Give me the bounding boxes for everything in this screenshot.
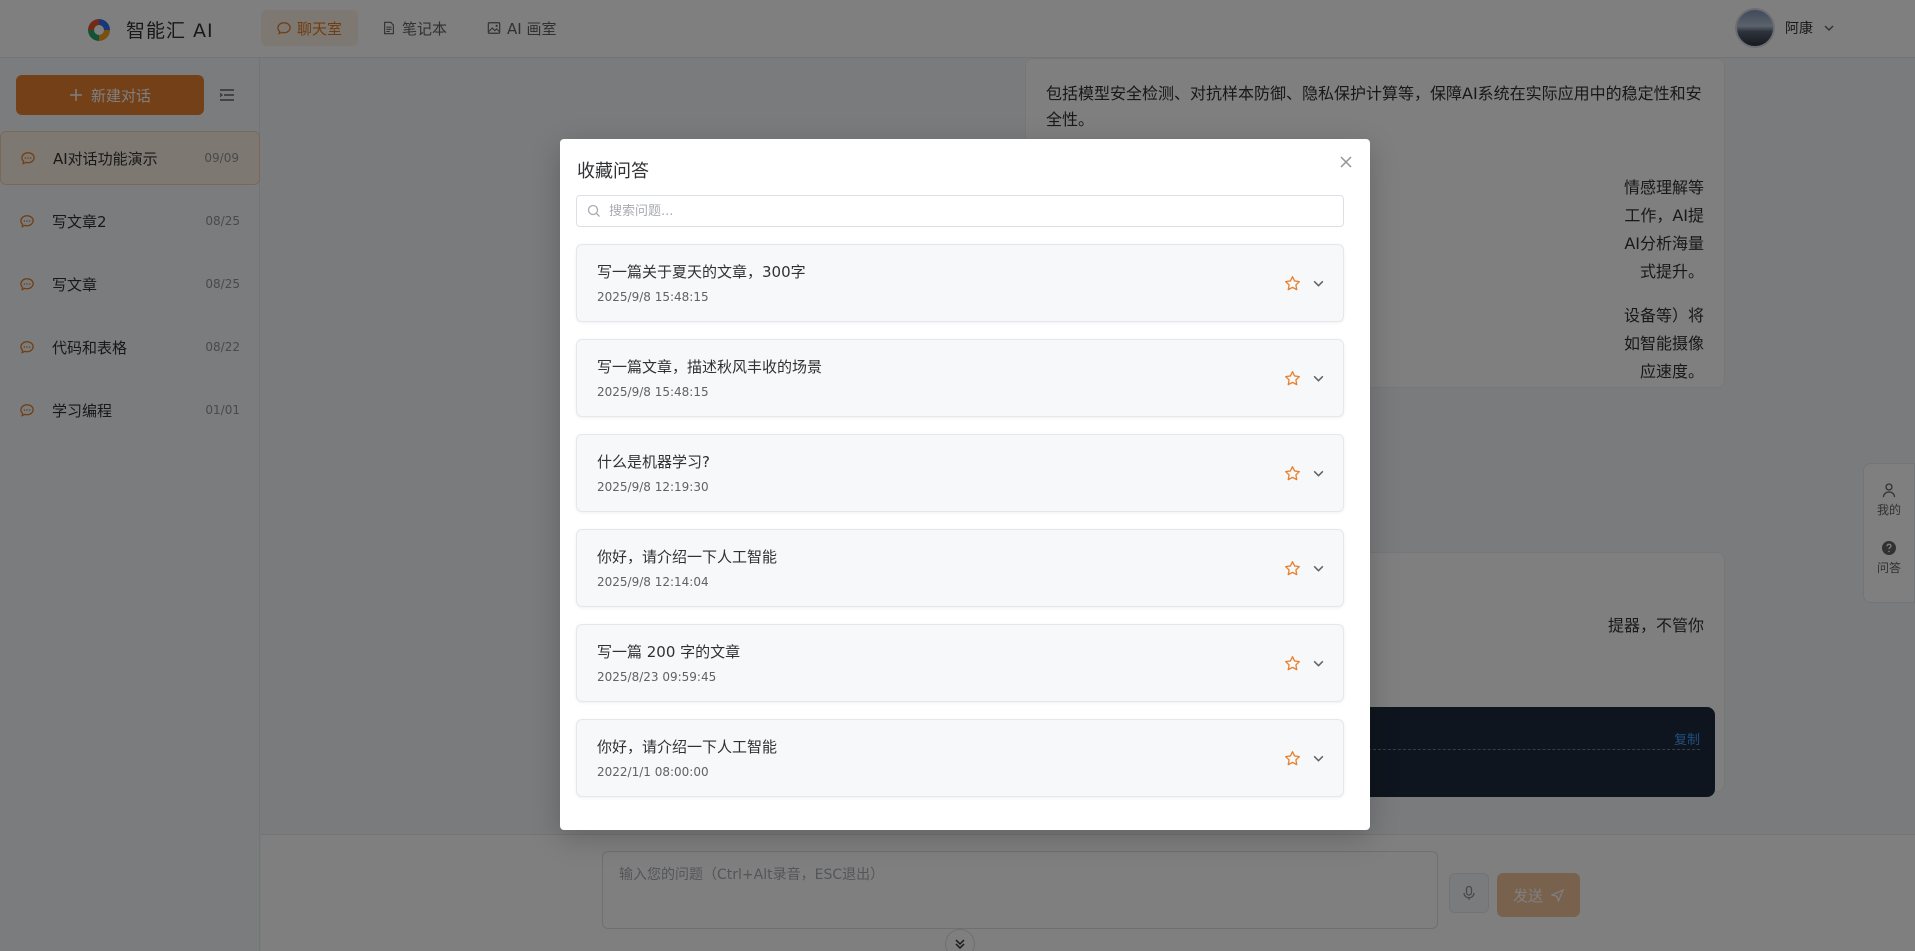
favorite-item[interactable]: 写一篇关于夏天的文章，300字 2025/9/8 15:48:15 <box>576 244 1344 322</box>
star-icon[interactable] <box>1284 465 1301 482</box>
favorite-item[interactable]: 写一篇文章，描述秋风丰收的场景 2025/9/8 15:48:15 <box>576 339 1344 417</box>
search-icon <box>587 204 600 217</box>
favorite-time: 2025/8/23 09:59:45 <box>597 670 717 684</box>
favorite-time: 2025/9/8 15:48:15 <box>597 385 709 399</box>
star-icon[interactable] <box>1284 655 1301 672</box>
chevron-down-icon[interactable] <box>1312 277 1325 290</box>
favorite-question: 你好，请介绍一下人工智能 <box>597 548 778 566</box>
favorites-list: 写一篇关于夏天的文章，300字 2025/9/8 15:48:15 写一篇文章，… <box>576 244 1344 814</box>
favorite-item[interactable]: 你好，请介绍一下人工智能 2025/9/8 12:14:04 <box>576 529 1344 607</box>
chevron-down-icon[interactable] <box>1312 562 1325 575</box>
favorite-time: 2022/1/1 08:00:00 <box>597 765 709 779</box>
favorite-time: 2025/9/8 12:14:04 <box>597 575 709 589</box>
search-box <box>576 195 1344 227</box>
star-icon[interactable] <box>1284 560 1301 577</box>
chevron-down-icon[interactable] <box>1312 752 1325 765</box>
favorite-question: 写一篇关于夏天的文章，300字 <box>597 263 806 281</box>
favorites-dialog: 收藏问答 写一篇关于夏天的文章，300字 2025/9/8 15:48:15 写… <box>560 139 1370 830</box>
favorite-time: 2025/9/8 12:19:30 <box>597 480 709 494</box>
dialog-title: 收藏问答 <box>577 161 649 182</box>
chevron-down-icon[interactable] <box>1312 657 1325 670</box>
search-input[interactable] <box>609 203 1343 219</box>
star-icon[interactable] <box>1284 750 1301 767</box>
favorite-question: 什么是机器学习? <box>597 453 710 471</box>
star-icon[interactable] <box>1284 275 1301 292</box>
close-icon[interactable] <box>1338 154 1354 170</box>
chevron-down-icon[interactable] <box>1312 372 1325 385</box>
favorite-time: 2025/9/8 15:48:15 <box>597 290 709 304</box>
favorite-question: 你好，请介绍一下人工智能 <box>597 738 778 756</box>
favorite-question: 写一篇文章，描述秋风丰收的场景 <box>597 358 823 376</box>
favorite-item[interactable]: 什么是机器学习? 2025/9/8 12:19:30 <box>576 434 1344 512</box>
chevron-down-icon[interactable] <box>1312 467 1325 480</box>
star-icon[interactable] <box>1284 370 1301 387</box>
favorite-item[interactable]: 写一篇 200 字的文章 2025/8/23 09:59:45 <box>576 624 1344 702</box>
favorite-question: 写一篇 200 字的文章 <box>597 643 741 661</box>
favorite-item[interactable]: 你好，请介绍一下人工智能 2022/1/1 08:00:00 <box>576 719 1344 797</box>
